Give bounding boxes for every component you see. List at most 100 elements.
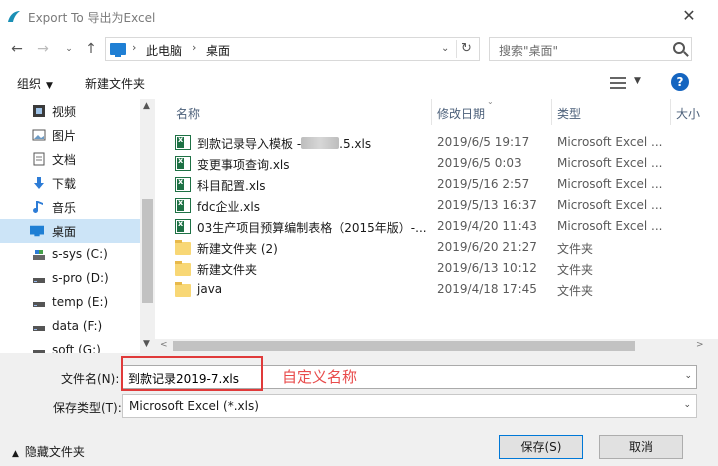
address-dropdown-icon[interactable]: ⌄ <box>441 43 449 54</box>
chevron-up-icon: ▲ <box>12 449 19 459</box>
column-header-size[interactable]: 大小 <box>676 105 700 122</box>
nav-scrollbar[interactable]: ▲ ▼ <box>140 99 155 353</box>
scroll-down-icon[interactable]: ▼ <box>143 339 150 349</box>
nav-item-drive-d[interactable]: s-pro (D:) <box>0 267 140 291</box>
recent-chevron-icon[interactable]: ⌄ <box>60 40 78 58</box>
file-type: 文件夹 <box>557 263 594 277</box>
redacted-text <box>301 137 340 149</box>
column-divider[interactable] <box>431 99 432 125</box>
back-arrow-icon[interactable]: ← <box>8 40 26 58</box>
file-row[interactable]: 到款记录导入模板 -.5.xls 2019/6/5 19:17 Microsof… <box>165 132 705 153</box>
column-divider[interactable] <box>551 99 552 125</box>
help-icon[interactable]: ? <box>671 73 689 91</box>
column-divider[interactable] <box>670 99 671 125</box>
nav-item-desktop[interactable]: 桌面 <box>0 219 140 243</box>
file-name: 03生产项目预算编制表格（2015年版）-... <box>197 221 427 235</box>
drive-icon <box>33 278 45 283</box>
nav-item-videos[interactable]: 视频 <box>0 99 140 123</box>
hide-folders-toggle[interactable]: ▲ 隐藏文件夹 <box>12 443 85 460</box>
file-date: 2019/4/18 17:45 <box>437 282 537 296</box>
folder-row[interactable]: 新建文件夹 (2) 2019/6/20 21:27 文件夹 <box>165 237 705 258</box>
up-arrow-icon[interactable]: ↑ <box>82 40 100 58</box>
breadcrumb-chevron-icon[interactable]: › <box>192 41 196 54</box>
scroll-thumb[interactable] <box>142 199 153 303</box>
file-date: 2019/6/13 10:12 <box>437 261 537 275</box>
file-row[interactable]: 03生产项目预算编制表格（2015年版）-... 2019/4/20 11:43… <box>165 216 705 237</box>
filename-label: 文件名(N): <box>61 372 120 386</box>
nav-item-drive-e[interactable]: temp (E:) <box>0 291 140 315</box>
nav-item-drive-g[interactable]: soft (G:) <box>0 339 140 353</box>
filetype-dropdown-icon[interactable]: ⌄ <box>683 400 691 410</box>
search-placeholder: 搜索"桌面" <box>499 44 559 58</box>
folder-icon <box>175 240 191 255</box>
file-name: 变更事项查询.xls <box>197 158 290 172</box>
breadcrumb-chevron-icon[interactable]: › <box>132 41 136 54</box>
horizontal-scrollbar[interactable]: < > <box>155 339 718 353</box>
file-row[interactable]: 科目配置.xls 2019/5/16 2:57 Microsoft Excel … <box>165 174 705 195</box>
file-type: 文件夹 <box>557 242 594 256</box>
breadcrumb-desktop[interactable]: 桌面 <box>206 42 230 59</box>
folder-row[interactable]: java 2019/4/18 17:45 文件夹 <box>165 279 705 300</box>
breadcrumb-this-pc[interactable]: 此电脑 <box>146 42 182 59</box>
scroll-left-icon[interactable]: < <box>160 340 168 350</box>
this-pc-icon <box>110 43 126 57</box>
nav-item-music[interactable]: 音乐 <box>0 195 140 219</box>
file-type: Microsoft Excel ... <box>557 135 663 149</box>
file-name: fdc企业.xls <box>197 200 260 214</box>
file-type: Microsoft Excel ... <box>557 219 663 233</box>
download-icon <box>34 177 44 189</box>
file-name: 到款记录导入模板 - .5.xls <box>197 137 372 151</box>
file-type: Microsoft Excel ... <box>557 177 663 191</box>
save-button[interactable]: 保存(S) <box>499 435 583 459</box>
nav-item-documents[interactable]: 文档 <box>0 147 140 171</box>
search-input[interactable]: 搜索"桌面" <box>489 37 692 61</box>
nav-item-downloads[interactable]: 下载 <box>0 171 140 195</box>
file-date: 2019/5/16 2:57 <box>437 177 530 191</box>
column-header-type[interactable]: 类型 <box>557 105 581 122</box>
scroll-thumb[interactable] <box>173 341 635 351</box>
music-icon <box>33 201 43 213</box>
cancel-button[interactable]: 取消 <box>599 435 683 459</box>
nav-item-drive-c[interactable]: s-sys (C:) <box>0 243 140 267</box>
video-icon <box>33 105 45 117</box>
nav-item-drive-f[interactable]: data (F:) <box>0 315 140 339</box>
nav-item-pictures[interactable]: 图片 <box>0 123 140 147</box>
file-date: 2019/6/5 0:03 <box>437 156 522 170</box>
view-options-icon[interactable] <box>610 77 626 89</box>
file-date: 2019/5/13 16:37 <box>437 198 537 212</box>
drive-icon <box>33 350 45 353</box>
organize-menu[interactable]: 组织 ▼ <box>17 75 53 92</box>
document-icon <box>33 152 45 166</box>
navigation-pane: 视频 图片 文档 下载 音乐 桌面 s-sys (C:) s-pro (D:) … <box>0 99 155 353</box>
desktop-icon <box>30 225 44 237</box>
scroll-right-icon[interactable]: > <box>696 340 704 350</box>
refresh-icon[interactable]: ↻ <box>456 40 476 58</box>
title-bar: Export To 导出为Excel ✕ <box>0 0 718 34</box>
annotation-highlight-box <box>121 356 263 391</box>
scroll-up-icon[interactable]: ▲ <box>143 101 150 111</box>
filename-dropdown-icon[interactable]: ⌄ <box>684 371 692 381</box>
excel-file-icon <box>175 198 191 213</box>
save-options-panel: 文件名(N): 到款记录2019-7.xls ⌄ 自定义名称 保存类型(T): … <box>0 353 718 466</box>
file-type: Microsoft Excel ... <box>557 156 663 170</box>
close-button[interactable]: ✕ <box>680 7 698 25</box>
column-header-date[interactable]: 修改日期 <box>437 105 485 122</box>
excel-file-icon <box>175 219 191 234</box>
search-icon[interactable] <box>673 42 685 54</box>
file-type: 文件夹 <box>557 284 594 298</box>
column-header-name[interactable]: 名称 <box>176 105 200 122</box>
folder-row[interactable]: 新建文件夹 2019/6/13 10:12 文件夹 <box>165 258 705 279</box>
address-bar[interactable]: › 此电脑 › 桌面 <box>105 37 480 61</box>
forward-arrow-icon[interactable]: → <box>34 40 52 58</box>
drive-icon <box>33 302 45 307</box>
app-logo-icon <box>8 11 20 22</box>
view-dropdown-icon[interactable]: ▼ <box>634 76 641 86</box>
annotation-text: 自定义名称 <box>282 368 358 386</box>
file-row[interactable]: fdc企业.xls 2019/5/13 16:37 Microsoft Exce… <box>165 195 705 216</box>
sort-indicator-icon: ⌄ <box>487 99 494 106</box>
file-date: 2019/6/5 19:17 <box>437 135 530 149</box>
new-folder-button[interactable]: 新建文件夹 <box>85 75 145 92</box>
filetype-select[interactable]: Microsoft Excel (*.xls) ⌄ <box>122 394 697 418</box>
file-row[interactable]: 变更事项查询.xls 2019/6/5 0:03 Microsoft Excel… <box>165 153 705 174</box>
filetype-value: Microsoft Excel (*.xls) <box>129 399 259 413</box>
